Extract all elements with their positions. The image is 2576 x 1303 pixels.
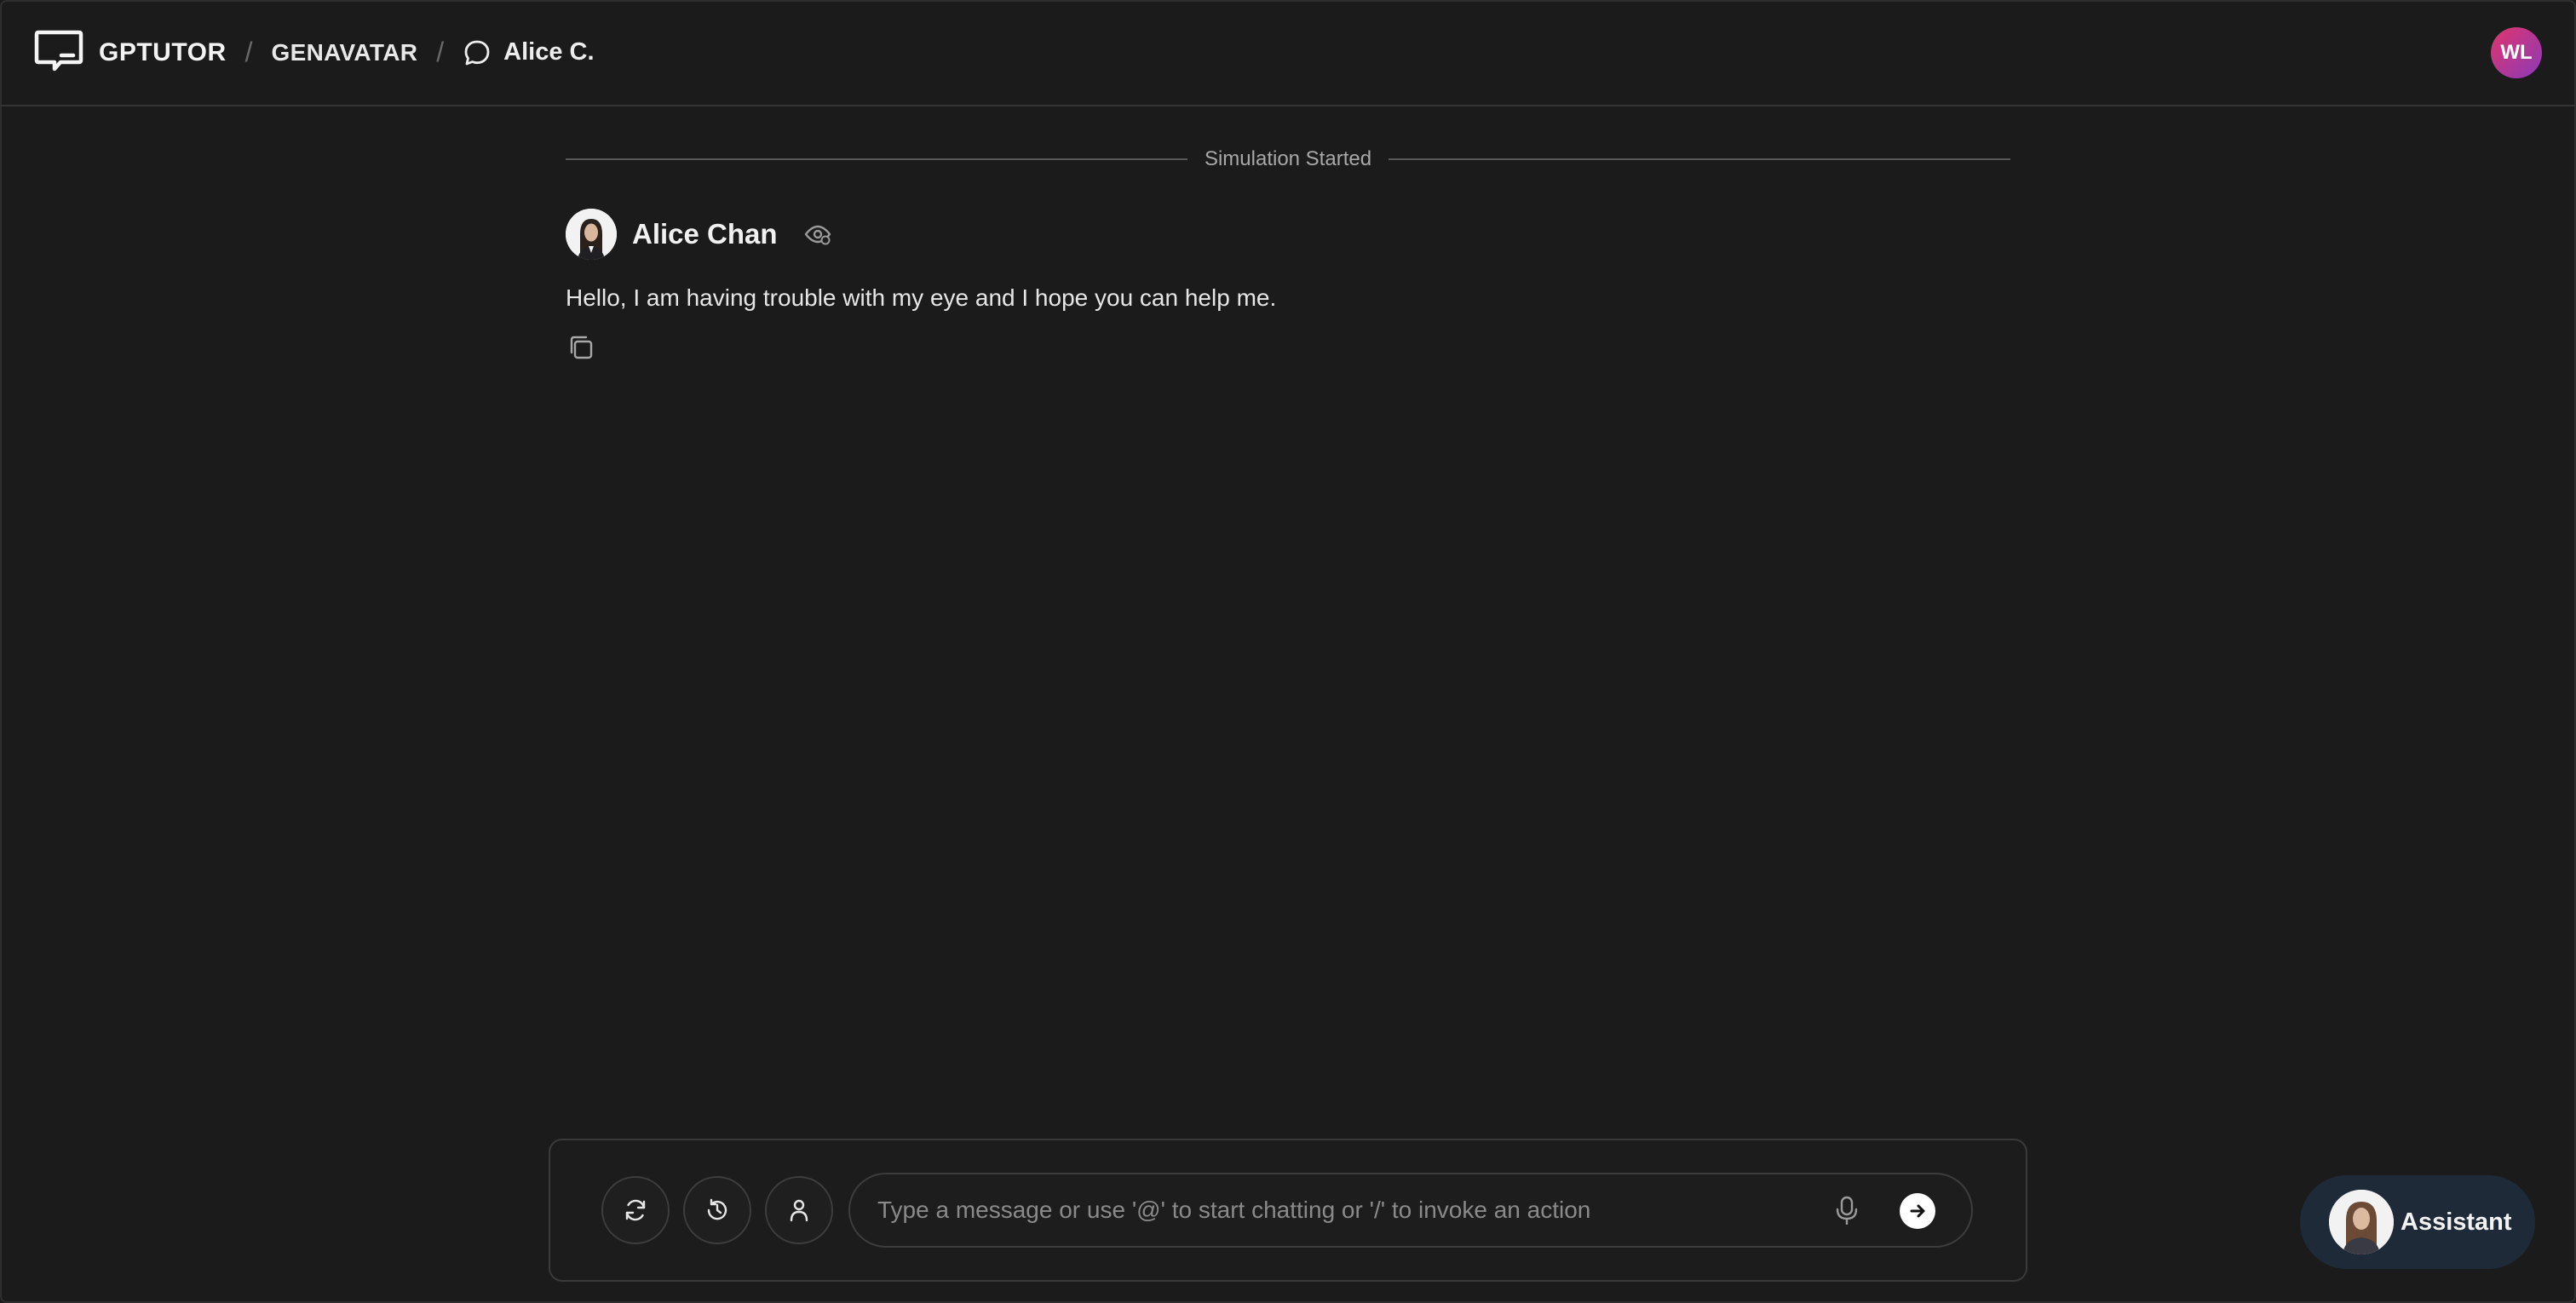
message-composer — [549, 1139, 2027, 1282]
brand-name[interactable]: GPTUTOR — [99, 38, 227, 67]
simulation-divider: Simulation Started — [566, 145, 2011, 174]
app-window — [0, 0, 2576, 1303]
history-button[interactable] — [683, 1176, 751, 1244]
refresh-button[interactable] — [601, 1176, 670, 1244]
message-input-wrapper — [848, 1173, 1973, 1248]
assistant-button[interactable]: Assistant — [2300, 1175, 2535, 1269]
chat-message: Alice Chan Hello, I am having trouble wi… — [566, 208, 2014, 363]
assistant-label: Assistant — [2401, 1208, 2512, 1236]
breadcrumb-current-chat[interactable]: Alice C. — [463, 38, 595, 67]
refresh-icon — [625, 1199, 646, 1221]
breadcrumb-genavatar[interactable]: GENAVATAR — [272, 39, 418, 66]
user-avatar[interactable]: WL — [2491, 27, 2542, 78]
breadcrumb-separator: / — [244, 37, 253, 67]
persona-button[interactable] — [765, 1176, 833, 1244]
breadcrumb-separator: / — [436, 37, 445, 67]
history-icon — [707, 1198, 727, 1220]
divider-line-right — [1389, 158, 2011, 160]
eye-settings-icon[interactable] — [803, 220, 832, 249]
chat-screen-logo-icon[interactable] — [34, 30, 83, 76]
message-header: Alice Chan — [566, 208, 2014, 261]
copy-icon[interactable] — [566, 332, 596, 363]
person-icon — [790, 1199, 808, 1222]
breadcrumb-chat-label: Alice C. — [503, 38, 595, 66]
top-bar: GPTUTOR / GENAVATAR / Alice C. WL — [0, 0, 2576, 106]
persona-avatar — [566, 209, 617, 260]
chat-bubble-icon — [464, 40, 490, 65]
message-input[interactable] — [877, 1174, 1814, 1246]
divider-line-left — [566, 158, 1187, 160]
message-text: Hello, I am having trouble with my eye a… — [566, 284, 1277, 311]
send-button[interactable] — [1900, 1193, 1935, 1229]
persona-portrait-icon — [566, 209, 617, 260]
assistant-portrait-icon — [2329, 1190, 2394, 1254]
divider-label: Simulation Started — [1204, 147, 1372, 170]
microphone-icon[interactable] — [1830, 1193, 1864, 1227]
persona-name: Alice Chan — [632, 218, 778, 250]
assistant-avatar — [2329, 1190, 2394, 1254]
send-arrow-icon — [1910, 1204, 1925, 1218]
